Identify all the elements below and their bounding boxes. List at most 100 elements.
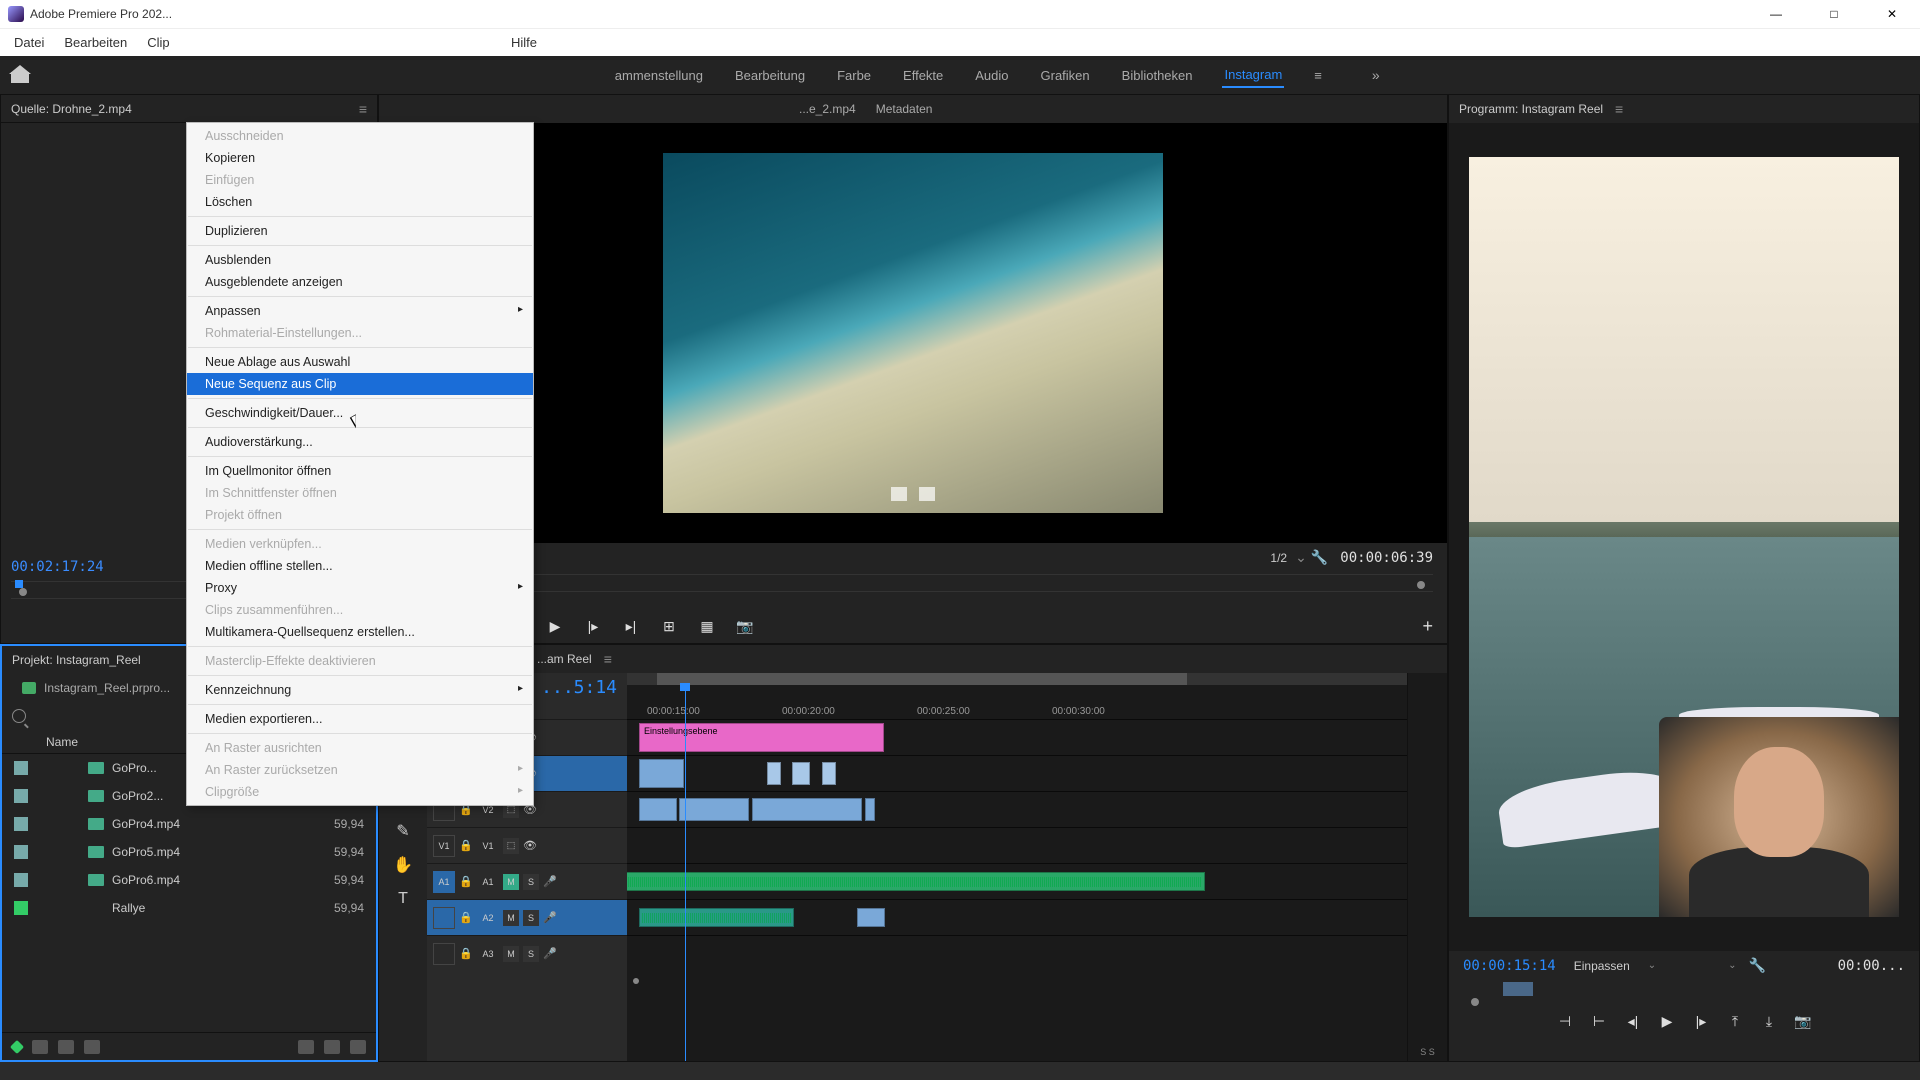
wrench-icon[interactable]: 🔧 — [1311, 549, 1328, 566]
pen-tool-icon[interactable]: ✎ — [392, 821, 414, 841]
lock-icon[interactable]: 🔒 — [459, 875, 473, 888]
playhead-icon[interactable] — [15, 580, 23, 588]
track-header-a3[interactable]: 🔒A3MS🎤 — [427, 935, 627, 971]
audio-meter[interactable]: S S — [1407, 673, 1447, 1061]
export-frame-button[interactable]: 📷 — [1793, 1012, 1813, 1030]
step-back-button[interactable]: ◂| — [1623, 1012, 1643, 1030]
icon-view-icon[interactable] — [58, 1040, 74, 1054]
ws-tab-effekte[interactable]: Effekte — [901, 64, 945, 87]
timeline-clip[interactable] — [822, 762, 836, 785]
lock-icon[interactable]: 🔒 — [459, 947, 473, 960]
track-a3[interactable] — [627, 935, 1407, 971]
context-menu-item[interactable]: Ausgeblendete anzeigen — [187, 271, 533, 293]
add-button[interactable]: + — [1422, 616, 1433, 637]
program-header[interactable]: Programm: Instagram Reel ≡ — [1449, 95, 1919, 123]
scrub-dot[interactable] — [1471, 998, 1479, 1006]
context-menu-item[interactable]: Anpassen — [187, 300, 533, 322]
insert-button[interactable]: ⊞ — [659, 618, 679, 636]
panel-menu-icon[interactable]: ≡ — [604, 651, 612, 667]
context-menu-item[interactable]: Medien exportieren... — [187, 708, 533, 730]
overlay-icon[interactable] — [891, 487, 907, 501]
context-menu-item[interactable]: Medien offline stellen... — [187, 555, 533, 577]
wrench-icon[interactable]: 🔧 — [1749, 957, 1766, 974]
zoom-select[interactable]: 1/2 — [1266, 550, 1291, 566]
program-fit[interactable]: Einpassen — [1568, 958, 1636, 974]
context-menu-item[interactable]: Neue Ablage aus Auswahl — [187, 351, 533, 373]
lock-icon[interactable]: 🔒 — [459, 911, 473, 924]
find-icon[interactable] — [324, 1040, 340, 1054]
ws-tab-audio[interactable]: Audio — [973, 64, 1010, 87]
context-menu-item[interactable]: Kennzeichnung — [187, 679, 533, 701]
hand-tool-icon[interactable]: ✋ — [392, 855, 414, 875]
track-a1[interactable] — [627, 863, 1407, 899]
program-preview[interactable] — [1449, 123, 1919, 951]
in-out-range[interactable] — [657, 673, 1187, 685]
source-scrub[interactable] — [393, 574, 1433, 592]
mute-button[interactable]: M — [503, 946, 519, 962]
context-menu-item[interactable]: Audioverstärkung... — [187, 431, 533, 453]
context-menu-item[interactable]: Multikamera-Quellsequenz erstellen... — [187, 621, 533, 643]
export-frame-button[interactable]: 📷 — [735, 618, 755, 636]
eye-icon[interactable]: 👁 — [523, 839, 537, 852]
chevron-down-icon[interactable]: ⌄ — [1648, 960, 1656, 971]
solo-button[interactable]: S — [523, 874, 539, 890]
source-preview[interactable] — [379, 123, 1447, 543]
extract-button[interactable]: ⤓ — [1759, 1012, 1779, 1030]
track-v4[interactable]: Einstellungsebene — [627, 719, 1407, 755]
home-button[interactable] — [0, 56, 40, 94]
timeline-header[interactable]: ...am Reel ≡ — [427, 645, 1447, 673]
new-item-icon[interactable] — [10, 1039, 24, 1053]
context-menu-item[interactable]: Proxy — [187, 577, 533, 599]
menu-bearbeiten[interactable]: Bearbeiten — [56, 31, 135, 54]
mark-out-button[interactable]: ⊢ — [1589, 1012, 1609, 1030]
timeline-playhead[interactable] — [685, 683, 686, 1061]
context-menu-item[interactable]: Ausblenden — [187, 249, 533, 271]
quality-select[interactable]: ⌄ — [1728, 960, 1736, 971]
scrubber-dot[interactable] — [19, 588, 27, 596]
ws-tab-overflow[interactable]: » — [1372, 67, 1380, 83]
track-source[interactable]: V1 — [433, 835, 455, 857]
tab-metadata[interactable]: Metadaten — [876, 102, 933, 116]
mic-icon[interactable]: 🎤 — [543, 911, 557, 924]
timeline-clip[interactable] — [752, 798, 862, 821]
context-menu-item[interactable]: Duplizieren — [187, 220, 533, 242]
track-source[interactable] — [433, 943, 455, 965]
timeline-audio-clip[interactable] — [857, 908, 885, 927]
timeline-tracks-area[interactable]: 00:00:15:00 00:00:20:00 00:00:25:00 00:0… — [627, 673, 1407, 1061]
type-tool-icon[interactable]: T — [392, 889, 414, 909]
timeline-scroll[interactable] — [627, 971, 1407, 991]
mute-button[interactable]: M — [503, 910, 519, 926]
mark-in-button[interactable]: ⊣ — [1555, 1012, 1575, 1030]
menu-datei[interactable]: Datei — [6, 31, 52, 54]
track-v2[interactable] — [627, 791, 1407, 827]
step-fwd-button[interactable]: |▸ — [1691, 1012, 1711, 1030]
freeform-icon[interactable] — [84, 1040, 100, 1054]
program-scrub[interactable] — [1463, 980, 1905, 1002]
overlay-icon[interactable] — [919, 487, 935, 501]
sort-icon[interactable] — [298, 1040, 314, 1054]
track-toggle[interactable]: ⬚ — [503, 838, 519, 854]
timeline-audio-clip[interactable] — [639, 908, 794, 927]
track-source[interactable]: A1 — [433, 871, 455, 893]
menu-clip[interactable]: Clip — [139, 31, 177, 54]
ws-tab-grafiken[interactable]: Grafiken — [1039, 64, 1092, 87]
menu-hilfe[interactable]: Hilfe — [503, 31, 545, 54]
project-item[interactable]: GoPro5.mp459,94 — [2, 838, 376, 866]
ws-tab-instagram[interactable]: Instagram — [1222, 63, 1284, 88]
source-timecode[interactable]: 00:02:17:24 — [11, 559, 104, 575]
goto-out-button[interactable]: ▸| — [621, 618, 641, 636]
play-button[interactable]: ▶ — [545, 618, 565, 636]
minimize-button[interactable]: — — [1756, 0, 1796, 28]
timeline-clip[interactable] — [639, 798, 677, 821]
track-source[interactable] — [433, 907, 455, 929]
lift-button[interactable]: ⤒ — [1725, 1012, 1745, 1030]
track-v1[interactable] — [627, 827, 1407, 863]
context-menu-item[interactable]: Löschen — [187, 191, 533, 213]
context-menu-item[interactable]: Im Quellmonitor öffnen — [187, 460, 533, 482]
solo-button[interactable]: S — [523, 946, 539, 962]
track-a2[interactable] — [627, 899, 1407, 935]
maximize-button[interactable]: □ — [1814, 0, 1854, 28]
ws-tab-farbe[interactable]: Farbe — [835, 64, 873, 87]
mic-icon[interactable]: 🎤 — [543, 947, 557, 960]
tab-source[interactable]: ...e_2.mp4 — [799, 102, 856, 116]
